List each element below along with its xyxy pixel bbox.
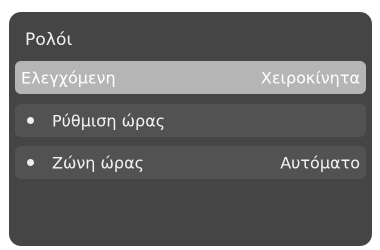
menu-item-value: Αυτόματο xyxy=(280,153,360,172)
menu-item-label: Ελεγχόμενη xyxy=(21,68,116,87)
bullet-icon xyxy=(27,159,34,166)
menu-item-time-zone[interactable]: Ζώνη ώρας Αυτόματο xyxy=(15,146,366,179)
menu-item-label: Ρύθμιση ώρας xyxy=(52,111,166,130)
menu-item-controlled[interactable]: Ελεγχόμενη Χειροκίνητα xyxy=(15,61,366,94)
menu-item-label: Ζώνη ώρας xyxy=(52,153,145,172)
menu-item-value: Χειροκίνητα xyxy=(260,68,360,87)
clock-settings-panel: Ρολόι Ελεγχόμενη Χειροκίνητα Ρύθμιση ώρα… xyxy=(9,12,372,246)
panel-title: Ρολόι xyxy=(25,30,73,50)
bullet-icon xyxy=(27,117,34,124)
menu-item-time-setting[interactable]: Ρύθμιση ώρας xyxy=(15,104,366,137)
